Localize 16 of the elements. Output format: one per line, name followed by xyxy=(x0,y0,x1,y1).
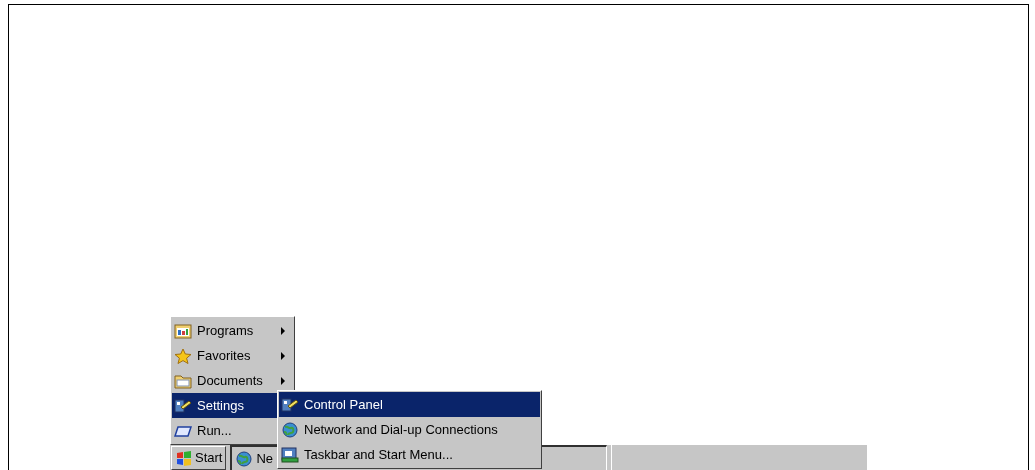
menu-item[interactable]: Network and Dial-up Connections xyxy=(279,417,540,442)
menu-item[interactable]: Control Panel xyxy=(279,392,540,417)
taskbar-settings-icon xyxy=(281,446,299,463)
programs-icon xyxy=(174,322,192,339)
control-panel-icon xyxy=(281,396,299,413)
start-button[interactable]: Start xyxy=(171,445,227,470)
menu-item[interactable]: Programs xyxy=(172,318,293,343)
globe-icon xyxy=(281,421,299,438)
globe-icon xyxy=(235,450,254,467)
menu-item[interactable]: Favorites xyxy=(172,343,293,368)
control-panel-icon xyxy=(174,397,192,414)
menu-item[interactable]: Taskbar and Start Menu... xyxy=(279,442,540,467)
folder-icon xyxy=(174,372,192,389)
menu-item[interactable]: Documents xyxy=(172,368,293,393)
star-icon xyxy=(174,347,192,364)
windows-flag-icon xyxy=(175,449,193,466)
